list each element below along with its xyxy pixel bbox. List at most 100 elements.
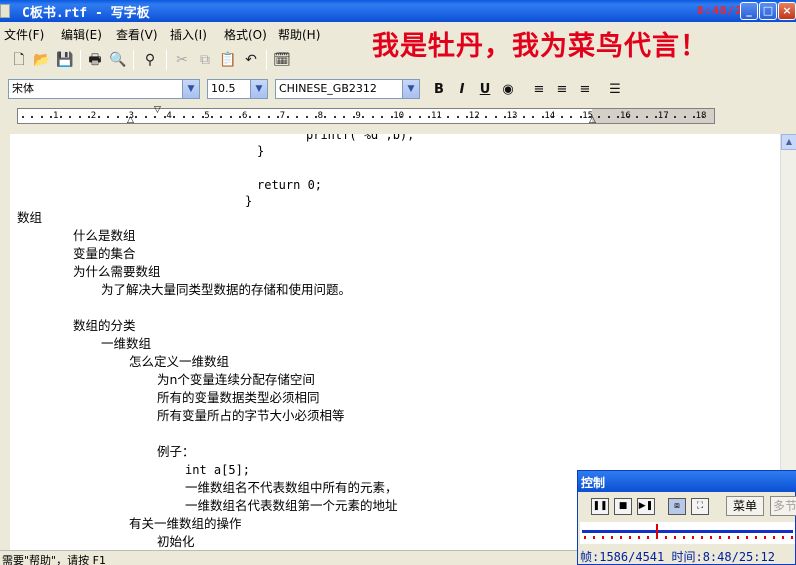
- control-panel-titlebar[interactable]: 控制: [578, 471, 796, 492]
- ruler-tick: [532, 116, 535, 118]
- ruler-tick: [522, 116, 525, 118]
- minimize-button[interactable]: _: [740, 2, 758, 20]
- code-line: }: [257, 144, 265, 158]
- ruler-number: 1: [53, 111, 59, 121]
- paste-icon[interactable]: 📋: [219, 51, 237, 69]
- open-folder-icon[interactable]: 📂: [33, 51, 51, 69]
- first-line-indent-marker[interactable]: ▽: [154, 105, 161, 115]
- print-preview-icon[interactable]: 🔍: [109, 51, 127, 69]
- ruler-tick: [324, 116, 327, 118]
- ruler-tick: [607, 116, 610, 118]
- find-icon[interactable]: ⚲: [141, 51, 159, 69]
- align-center-icon[interactable]: ≡: [553, 81, 571, 99]
- timeline-section-tick: [728, 536, 730, 539]
- font-size-select[interactable]: 10.5 ▼: [207, 79, 268, 99]
- timeline-position-marker[interactable]: [655, 524, 658, 538]
- menu-help[interactable]: 帮助(H): [278, 26, 320, 43]
- ruler-number: 18: [695, 111, 707, 121]
- font-name-value: 宋体: [12, 82, 34, 95]
- ruler-tick: [560, 116, 563, 118]
- undo-icon[interactable]: ↶: [242, 51, 260, 69]
- wordpad-app-icon[interactable]: [0, 4, 10, 18]
- align-right-icon[interactable]: ≡: [576, 81, 594, 99]
- color-palette-icon[interactable]: ◉: [499, 81, 517, 99]
- ruler-tick: [211, 116, 213, 118]
- ruler-tick: [97, 116, 100, 118]
- insert-date-time-icon[interactable]: 🗓: [273, 51, 291, 69]
- bold-icon[interactable]: B: [430, 81, 448, 99]
- frame-counter: 帧:1586/4541: [580, 550, 665, 564]
- text-line: 所有的变量数据类型必须相同: [157, 390, 320, 405]
- timeline-section-tick: [782, 536, 784, 539]
- script-select[interactable]: CHINESE_GB2312 ▼: [275, 79, 420, 99]
- ruler-tick: [154, 116, 157, 118]
- stop-icon[interactable]: ■: [614, 498, 632, 515]
- text-line: 有关一维数组的操作: [129, 516, 242, 531]
- save-icon[interactable]: 💾: [56, 51, 74, 69]
- ruler-tick: [494, 116, 497, 118]
- italic-icon[interactable]: I: [453, 81, 471, 99]
- wordpad-window: C板书.rtf - 写字板 8:48/25:12 _ □ × 文件(F) 编辑(…: [0, 0, 796, 565]
- status-text: 需要"帮助"，请按 F1: [2, 554, 106, 565]
- ruler-number: 8: [317, 111, 324, 121]
- ruler-tick: [286, 116, 289, 118]
- scroll-up-icon[interactable]: ▲: [781, 134, 796, 150]
- chevron-down-icon[interactable]: ▼: [402, 80, 419, 98]
- ruler[interactable]: ▽ △ △ 1 2 3 4 5 6 7 8 9 10 11 12 13 14 15 16 17 18: [17, 105, 715, 125]
- window-title: C板书.rtf - 写字板: [22, 6, 150, 21]
- font-name-select[interactable]: 宋体 ▼: [8, 79, 200, 99]
- copy-icon[interactable]: ⧉: [196, 51, 214, 69]
- ruler-number: 6: [242, 111, 248, 121]
- code-line: int a[5];: [185, 463, 251, 477]
- ruler-tick: [626, 116, 629, 118]
- cut-icon[interactable]: ✂: [173, 51, 191, 69]
- ruler-tick: [456, 116, 459, 118]
- align-left-icon[interactable]: ≡: [530, 81, 548, 99]
- ruler-tick: [485, 116, 488, 118]
- ruler-tick: [296, 116, 299, 118]
- underline-icon[interactable]: U: [476, 81, 494, 99]
- ruler-tick: [503, 116, 506, 118]
- chevron-down-icon[interactable]: ▼: [250, 80, 267, 98]
- fullscreen-icon[interactable]: ⛶: [691, 498, 709, 515]
- fit-window-icon[interactable]: ⧈: [668, 498, 686, 515]
- ruler-tick: [267, 116, 270, 118]
- playback-timeline[interactable]: [580, 522, 795, 544]
- timeline-section-tick: [665, 536, 667, 539]
- ruler-number: 10: [393, 111, 405, 121]
- menu-edit[interactable]: 编辑(E): [61, 26, 102, 43]
- ruler-tick: [579, 116, 582, 118]
- ruler-number: 13: [506, 111, 518, 121]
- maximize-button[interactable]: □: [759, 2, 777, 20]
- ruler-tick: [220, 116, 223, 118]
- menu-button[interactable]: 菜单: [726, 496, 764, 516]
- ruler-number: 14: [544, 111, 556, 121]
- menu-format[interactable]: 格式(O): [224, 26, 267, 43]
- timeline-section-tick: [638, 536, 640, 539]
- ruler-number: 2: [90, 111, 97, 121]
- new-document-icon[interactable]: 🗋: [10, 51, 28, 69]
- print-icon[interactable]: 🖶: [86, 51, 104, 69]
- ruler-tick: [59, 116, 62, 118]
- ruler-tick: [173, 116, 176, 118]
- close-button[interactable]: ×: [778, 2, 796, 20]
- more-sections-button[interactable]: 多节: [770, 496, 796, 516]
- timeline-section-tick: [674, 536, 676, 539]
- ruler-tick: [513, 116, 516, 118]
- ruler-number: 15: [582, 111, 594, 121]
- menu-view[interactable]: 查看(V): [116, 26, 158, 43]
- ruler-tick: [258, 116, 261, 118]
- timeline-section-tick: [773, 536, 775, 539]
- menu-file[interactable]: 文件(F): [4, 26, 44, 43]
- step-forward-icon[interactable]: ▶❚: [637, 498, 655, 515]
- code-line: }: [245, 194, 253, 208]
- ruler-tick: [248, 116, 251, 118]
- ruler-tick: [144, 116, 147, 118]
- title-bar[interactable]: C板书.rtf - 写字板 8:48/25:12 _ □ ×: [0, 0, 796, 22]
- menu-insert[interactable]: 插入(I): [170, 26, 207, 43]
- ruler-tick: [135, 116, 138, 118]
- ruler-number: 5: [204, 111, 210, 121]
- pause-icon[interactable]: ❚❚: [591, 498, 609, 515]
- bullets-icon[interactable]: ☰: [606, 81, 624, 99]
- chevron-down-icon[interactable]: ▼: [182, 80, 199, 98]
